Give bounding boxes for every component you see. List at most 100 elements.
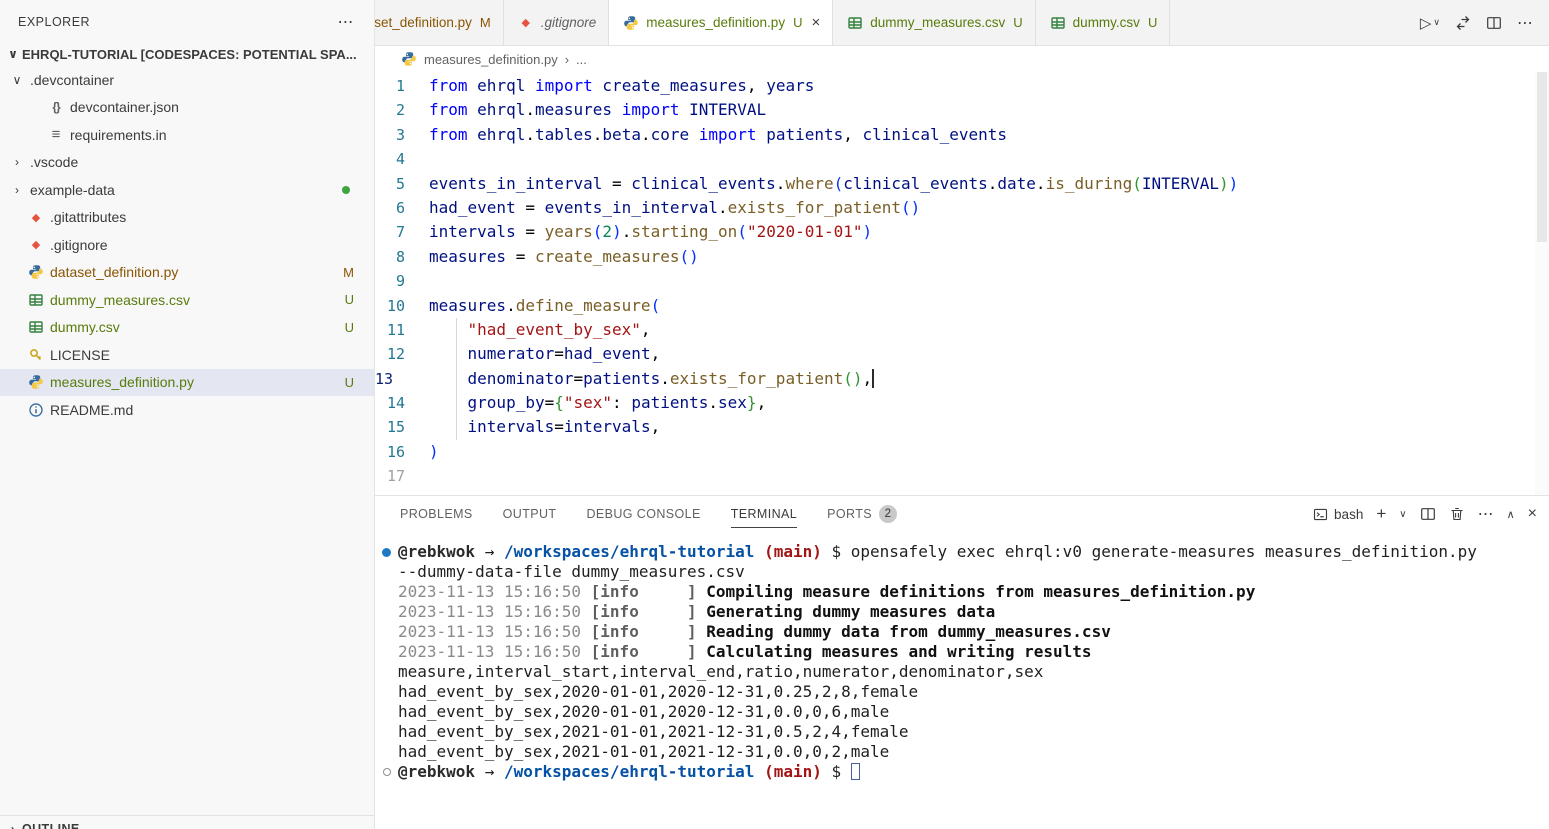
code-text: measures.define_measure( — [429, 294, 660, 318]
code-line[interactable]: 8measures = create_measures() — [375, 245, 1535, 269]
code-line[interactable]: 9 — [375, 269, 1535, 293]
line-number[interactable]: 16 — [375, 440, 429, 464]
tree-item-dummy-measures-csv[interactable]: dummy_measures.csvU — [0, 286, 374, 314]
panel-tab-debug-console[interactable]: DEBUG CONSOLE — [586, 496, 700, 532]
code-text: "had_event_by_sex", — [429, 318, 651, 342]
line-number[interactable]: 17 — [375, 464, 429, 488]
tab-label: dummy.csv — [1073, 15, 1140, 30]
line-number[interactable]: 8 — [375, 245, 429, 269]
tree-item-readme-md[interactable]: README.md — [0, 396, 374, 424]
tree-item-license[interactable]: LICENSE — [0, 341, 374, 369]
code-line[interactable]: 12 numerator=had_event, — [375, 342, 1535, 366]
tree-item-gitattributes[interactable]: ◆.gitattributes — [0, 204, 374, 232]
tree-item-label: LICENSE — [50, 347, 110, 363]
panel-tab-label: TERMINAL — [731, 507, 797, 521]
chevron-right-icon: › — [8, 183, 26, 197]
code-editor[interactable]: 1from ehrql import create_measures, year… — [375, 72, 1549, 495]
tree-item-measures-definition-py[interactable]: measures_definition.pyU — [0, 369, 374, 397]
tab-label: dataset_definition.py — [375, 15, 472, 30]
code-line[interactable]: 11 "had_event_by_sex", — [375, 318, 1535, 342]
line-number[interactable]: 9 — [375, 269, 429, 293]
explorer-title: EXPLORER — [18, 15, 90, 29]
panel-tab-ports[interactable]: PORTS2 — [827, 496, 897, 532]
tree-item-devcontainer[interactable]: ∨.devcontainer — [0, 66, 374, 94]
shell-selector[interactable]: bash — [1313, 507, 1363, 522]
code-line[interactable]: 7intervals = years(2).starting_on("2020-… — [375, 220, 1535, 244]
line-number[interactable]: 5 — [375, 172, 429, 196]
line-number[interactable]: 7 — [375, 220, 429, 244]
terminal[interactable]: @rebkwok → /workspaces/ehrql-tutorial (m… — [375, 532, 1549, 829]
terminal-profile-chevron-icon[interactable]: ∨ — [1399, 509, 1406, 520]
code-line[interactable]: 3from ehrql.tables.beta.core import pati… — [375, 123, 1535, 147]
tab-measures-definition-py[interactable]: measures_definition.pyU× — [609, 0, 833, 45]
kill-terminal-icon[interactable] — [1449, 506, 1465, 522]
breadcrumb-file[interactable]: measures_definition.py — [424, 52, 558, 67]
terminal-line: 2023-11-13 15:16:50 [info ] Compiling me… — [375, 582, 1549, 602]
panel-tab-output[interactable]: OUTPUT — [503, 496, 557, 532]
tab-dummy-measures-csv[interactable]: dummy_measures.csvU — [833, 0, 1035, 45]
line-number[interactable]: 2 — [375, 98, 429, 122]
code-line[interactable]: 4 — [375, 147, 1535, 171]
panel-more-icon[interactable]: ⋯ — [1478, 504, 1494, 524]
workspace-root-folder[interactable]: ∨ EHRQL-TUTORIAL [CODESPACES: POTENTIAL … — [0, 42, 374, 66]
line-number[interactable]: 1 — [375, 74, 429, 98]
tree-item-dataset-definition-py[interactable]: dataset_definition.pyM — [0, 259, 374, 287]
line-number[interactable]: 13 — [375, 367, 429, 391]
line-number[interactable]: 4 — [375, 147, 429, 171]
run-python-file-button[interactable]: ▷ ∨ — [1420, 14, 1440, 32]
tree-item-dummy-csv[interactable]: dummy.csvU — [0, 314, 374, 342]
csv-file-icon — [1048, 15, 1068, 31]
panel-tab-terminal[interactable]: TERMINAL — [731, 496, 797, 532]
tree-item-requirements-in[interactable]: ≡requirements.in — [0, 121, 374, 149]
code-line[interactable]: 1from ehrql import create_measures, year… — [375, 74, 1535, 98]
tree-item-vscode[interactable]: ›.vscode — [0, 149, 374, 177]
breadcrumb-symbol[interactable]: ... — [576, 52, 587, 67]
git-file-icon: ◆ — [26, 211, 46, 224]
split-terminal-icon[interactable] — [1420, 506, 1436, 522]
scrollbar-thumb[interactable] — [1537, 72, 1547, 242]
breadcrumb[interactable]: measures_definition.py › ... — [375, 46, 1549, 72]
close-tab-icon[interactable]: × — [811, 14, 820, 31]
command-decoration-gutter — [375, 702, 398, 722]
split-editor-icon[interactable] — [1486, 15, 1502, 31]
code-line[interactable]: 5events_in_interval = clinical_events.wh… — [375, 172, 1535, 196]
code-line[interactable]: 10measures.define_measure( — [375, 294, 1535, 318]
explorer-more-icon[interactable]: ⋯ — [338, 12, 355, 32]
line-number[interactable]: 15 — [375, 415, 429, 439]
code-line[interactable]: 15 intervals=intervals, — [375, 415, 1535, 439]
code-line[interactable]: 17 — [375, 464, 1535, 488]
new-terminal-button[interactable]: + — [1376, 504, 1386, 524]
terminal-line: @rebkwok → /workspaces/ehrql-tutorial (m… — [375, 542, 1549, 562]
line-number[interactable]: 3 — [375, 123, 429, 147]
tree-item-example-data[interactable]: ›example-data — [0, 176, 374, 204]
line-number[interactable]: 10 — [375, 294, 429, 318]
explorer-sidebar: EXPLORER ⋯ ∨ EHRQL-TUTORIAL [CODESPACES:… — [0, 0, 375, 829]
tab-dataset-definition-py[interactable]: dataset_definition.pyM — [375, 0, 504, 45]
code-line[interactable]: 13 denominator=patients.exists_for_patie… — [375, 367, 1535, 391]
code-line[interactable]: 14 group_by={"sex": patients.sex}, — [375, 391, 1535, 415]
line-number[interactable]: 6 — [375, 196, 429, 220]
tree-item-devcontainer-json[interactable]: {}devcontainer.json — [0, 94, 374, 122]
readme-file-icon — [26, 402, 46, 418]
line-number[interactable]: 11 — [375, 318, 429, 342]
close-panel-icon[interactable]: × — [1528, 505, 1537, 523]
maximize-panel-icon[interactable]: ∧ — [1507, 508, 1515, 521]
code-line[interactable]: 2from ehrql.measures import INTERVAL — [375, 98, 1535, 122]
line-number[interactable]: 14 — [375, 391, 429, 415]
code-line[interactable]: 16) — [375, 440, 1535, 464]
panel-tab-problems[interactable]: PROBLEMS — [400, 496, 473, 532]
code-line[interactable]: 6had_event = events_in_interval.exists_f… — [375, 196, 1535, 220]
command-decoration-gutter — [375, 602, 398, 622]
line-number[interactable]: 12 — [375, 342, 429, 366]
outline-section-header[interactable]: › OUTLINE — [0, 815, 374, 829]
tab-dummy-csv[interactable]: dummy.csvU — [1036, 0, 1171, 45]
code-text: from ehrql.measures import INTERVAL — [429, 98, 766, 122]
tree-item-label: dummy.csv — [50, 319, 120, 335]
tree-item-gitignore[interactable]: ◆.gitignore — [0, 231, 374, 259]
workspace-root-label: EHRQL-TUTORIAL [CODESPACES: POTENTIAL SP… — [22, 47, 357, 62]
editor-scrollbar[interactable] — [1535, 72, 1549, 495]
editor-more-icon[interactable]: ⋯ — [1517, 13, 1533, 33]
python-file-icon — [26, 264, 46, 280]
tab-gitignore[interactable]: ◆.gitignore — [504, 0, 610, 45]
open-changes-icon[interactable] — [1455, 15, 1471, 31]
